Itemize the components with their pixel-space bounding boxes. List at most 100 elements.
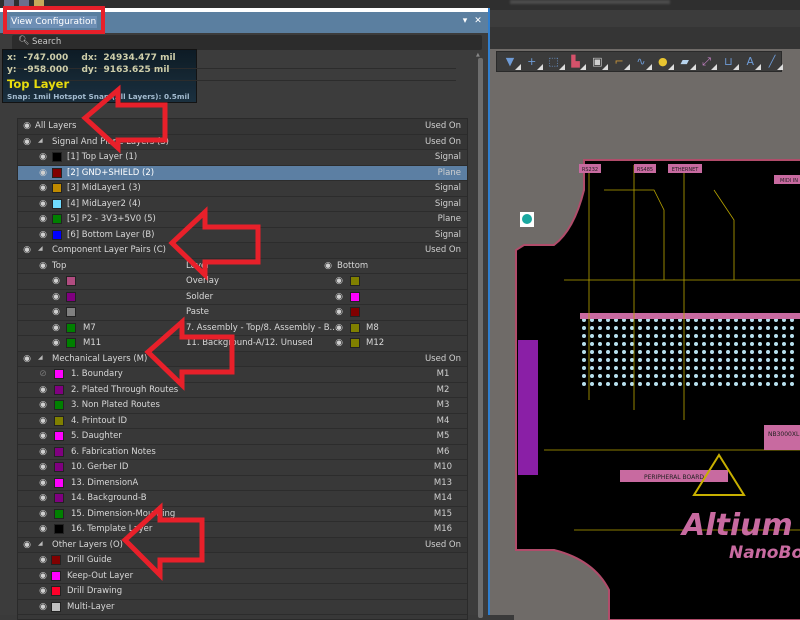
eye-icon[interactable]: ◉ bbox=[22, 121, 32, 131]
signal-layer-row[interactable]: ◉ [2] GND+SHIELD (2) Plane bbox=[18, 165, 467, 181]
mechanical-layer-row[interactable]: ◉ 5. Daughter M5 bbox=[18, 429, 467, 445]
eye-icon[interactable]: ◉ bbox=[38, 478, 48, 488]
layer-color-swatch[interactable] bbox=[54, 462, 64, 472]
component-pair-row[interactable]: ◉ Paste ◉ bbox=[18, 305, 467, 321]
other-layer-row[interactable]: ◉ Keep-Out Layer bbox=[18, 569, 467, 584]
signal-layer-row[interactable]: ◉ [1] Top Layer (1) Signal bbox=[18, 150, 467, 166]
eye-icon[interactable]: ◉ bbox=[334, 292, 344, 302]
mechanical-group-header[interactable]: ◉ ◢ Mechanical Layers (M) Used On bbox=[18, 351, 467, 367]
tool-via-button[interactable]: ● bbox=[654, 54, 674, 70]
layer-color-swatch[interactable] bbox=[52, 214, 62, 224]
eye-icon[interactable]: ◉ bbox=[38, 509, 48, 519]
layer-color-swatch[interactable] bbox=[350, 338, 360, 348]
tool-component-button[interactable]: ▣ bbox=[588, 54, 609, 70]
mechanical-layer-row[interactable]: ◉ 6. Fabrication Notes M6 bbox=[18, 445, 467, 460]
layer-color-swatch[interactable] bbox=[54, 400, 64, 410]
eye-icon[interactable]: ◉ bbox=[38, 400, 48, 410]
eye-icon[interactable]: ◉ bbox=[22, 354, 32, 364]
panel-titlebar[interactable]: View Configuration ▾ ✕ bbox=[0, 6, 488, 34]
layer-color-swatch[interactable] bbox=[51, 586, 61, 596]
layer-color-swatch[interactable] bbox=[52, 183, 62, 193]
eye-icon[interactable]: ◉ bbox=[38, 524, 48, 534]
eye-icon[interactable]: ◉ bbox=[334, 323, 344, 333]
eye-icon[interactable]: ◉ bbox=[38, 462, 48, 472]
eye-icon[interactable]: ◉ bbox=[38, 168, 48, 178]
tool-route-button[interactable]: ⌐ bbox=[610, 54, 630, 70]
eye-icon[interactable]: ◉ bbox=[22, 540, 32, 550]
eye-icon[interactable]: ◉ bbox=[38, 493, 48, 503]
signal-layer-row[interactable]: ◉ [3] MidLayer1 (3) Signal bbox=[18, 181, 467, 197]
layer-color-swatch[interactable] bbox=[52, 229, 62, 240]
layer-color-swatch[interactable] bbox=[350, 276, 360, 286]
mechanical-layer-row[interactable]: ◉ 2. Plated Through Routes M2 bbox=[18, 383, 467, 398]
tool-room-button[interactable]: ⊔ bbox=[719, 54, 740, 70]
panel-menu-button[interactable]: ▾ bbox=[459, 16, 471, 26]
eye-icon[interactable]: ◉ bbox=[38, 571, 48, 581]
layer-color-swatch[interactable] bbox=[54, 477, 64, 488]
tool-polygon-button[interactable]: ▰ bbox=[676, 54, 696, 70]
eye-icon[interactable]: ◉ bbox=[38, 385, 48, 395]
collapse-triangle-icon[interactable]: ◢ bbox=[38, 137, 43, 144]
signal-layer-row[interactable]: ◉ [4] MidLayer2 (4) Signal bbox=[18, 197, 467, 212]
collapse-triangle-icon[interactable]: ◢ bbox=[38, 245, 43, 252]
eye-icon[interactable]: ◉ bbox=[334, 276, 344, 286]
layer-color-swatch[interactable] bbox=[52, 152, 62, 162]
eye-icon[interactable]: ◉ bbox=[38, 199, 48, 209]
signal-group-header[interactable]: ◉ ◢ Signal And Plane Layers (S) Used On bbox=[18, 134, 467, 150]
layer-color-swatch[interactable] bbox=[54, 524, 64, 534]
tool-interactive-diff-button[interactable]: ∿ bbox=[632, 54, 652, 70]
signal-layer-row[interactable]: ◉ [6] Bottom Layer (B) Signal bbox=[18, 228, 467, 243]
layer-color-swatch[interactable] bbox=[66, 338, 76, 348]
eye-hidden-icon[interactable]: ⊘ bbox=[38, 369, 48, 379]
layer-color-swatch[interactable] bbox=[54, 384, 64, 395]
layer-color-swatch[interactable] bbox=[54, 493, 64, 503]
mechanical-layer-row[interactable]: ◉ 4. Printout ID M4 bbox=[18, 414, 467, 429]
mechanical-layer-row[interactable]: ◉ 10. Gerber ID M10 bbox=[18, 460, 467, 476]
component-pair-row[interactable]: ◉ Solder ◉ bbox=[18, 290, 467, 305]
eye-icon[interactable]: ◉ bbox=[38, 447, 48, 457]
eye-icon[interactable]: ◉ bbox=[38, 152, 48, 162]
eye-icon[interactable]: ◉ bbox=[51, 276, 61, 286]
collapse-triangle-icon[interactable]: ◢ bbox=[38, 540, 43, 547]
eye-icon[interactable]: ◉ bbox=[38, 183, 48, 193]
eye-icon[interactable]: ◉ bbox=[51, 338, 61, 348]
pcb-board-view[interactable]: RS232 RS485 ETHERNET MIDI IN PERIPHERAL … bbox=[514, 150, 800, 620]
tool-select-rect-button[interactable]: ⬚ bbox=[545, 54, 565, 70]
component-pair-row[interactable]: ◉ M7 7. Assembly - Top/8. Assembly - B... ◉… bbox=[18, 321, 467, 336]
layer-color-swatch[interactable] bbox=[66, 322, 76, 333]
eye-icon[interactable]: ◉ bbox=[38, 214, 48, 224]
eye-icon[interactable]: ◉ bbox=[22, 137, 32, 147]
eye-icon[interactable]: ◉ bbox=[22, 245, 32, 255]
mechanical-layer-row[interactable]: ◉ 14. Background-B M14 bbox=[18, 491, 467, 507]
eye-icon[interactable]: ◉ bbox=[38, 555, 48, 565]
layer-color-swatch[interactable] bbox=[51, 555, 61, 565]
tool-filter-button[interactable]: ▼ bbox=[501, 54, 521, 70]
eye-icon[interactable]: ◉ bbox=[51, 307, 61, 317]
layer-color-swatch[interactable] bbox=[54, 431, 64, 441]
eye-icon[interactable]: ◉ bbox=[51, 323, 61, 333]
layer-color-swatch[interactable] bbox=[66, 291, 76, 302]
layer-color-swatch[interactable] bbox=[54, 508, 64, 519]
panel-close-button[interactable]: ✕ bbox=[472, 16, 484, 26]
layer-color-swatch[interactable] bbox=[51, 601, 61, 612]
layer-color-swatch[interactable] bbox=[54, 446, 64, 457]
component-pair-row[interactable]: ◉ Overlay ◉ bbox=[18, 274, 467, 290]
eye-icon[interactable]: ◉ bbox=[38, 586, 48, 596]
tool-move-button[interactable]: + bbox=[523, 54, 543, 70]
eye-icon[interactable]: ◉ bbox=[38, 416, 48, 426]
all-layers-row[interactable]: ◉ All Layers Used On bbox=[18, 119, 467, 135]
scrollbar[interactable] bbox=[478, 58, 483, 618]
eye-icon[interactable]: ◉ bbox=[38, 602, 48, 612]
eye-icon[interactable]: ◉ bbox=[334, 307, 344, 317]
component-pair-row[interactable]: ◉ M11 11. Background-A/12. Unused ◉ M12 bbox=[18, 336, 467, 352]
layer-color-swatch[interactable] bbox=[52, 167, 62, 178]
eye-icon[interactable]: ◉ bbox=[323, 261, 333, 271]
mechanical-layer-row[interactable]: ◉ 3. Non Plated Routes M3 bbox=[18, 398, 467, 414]
eye-icon[interactable]: ◉ bbox=[38, 230, 48, 240]
mechanical-layer-row[interactable]: ◉ 15. Dimension-Mounting M15 bbox=[18, 507, 467, 522]
other-group-header[interactable]: ◉ ◢ Other Layers (O) Used On bbox=[18, 537, 467, 553]
layer-color-swatch[interactable] bbox=[52, 198, 62, 209]
layer-color-swatch[interactable] bbox=[54, 415, 64, 426]
tool-string-button[interactable]: A bbox=[741, 54, 761, 70]
component-group-header[interactable]: ◉ ◢ Component Layer Pairs (C) Used On bbox=[18, 243, 467, 259]
